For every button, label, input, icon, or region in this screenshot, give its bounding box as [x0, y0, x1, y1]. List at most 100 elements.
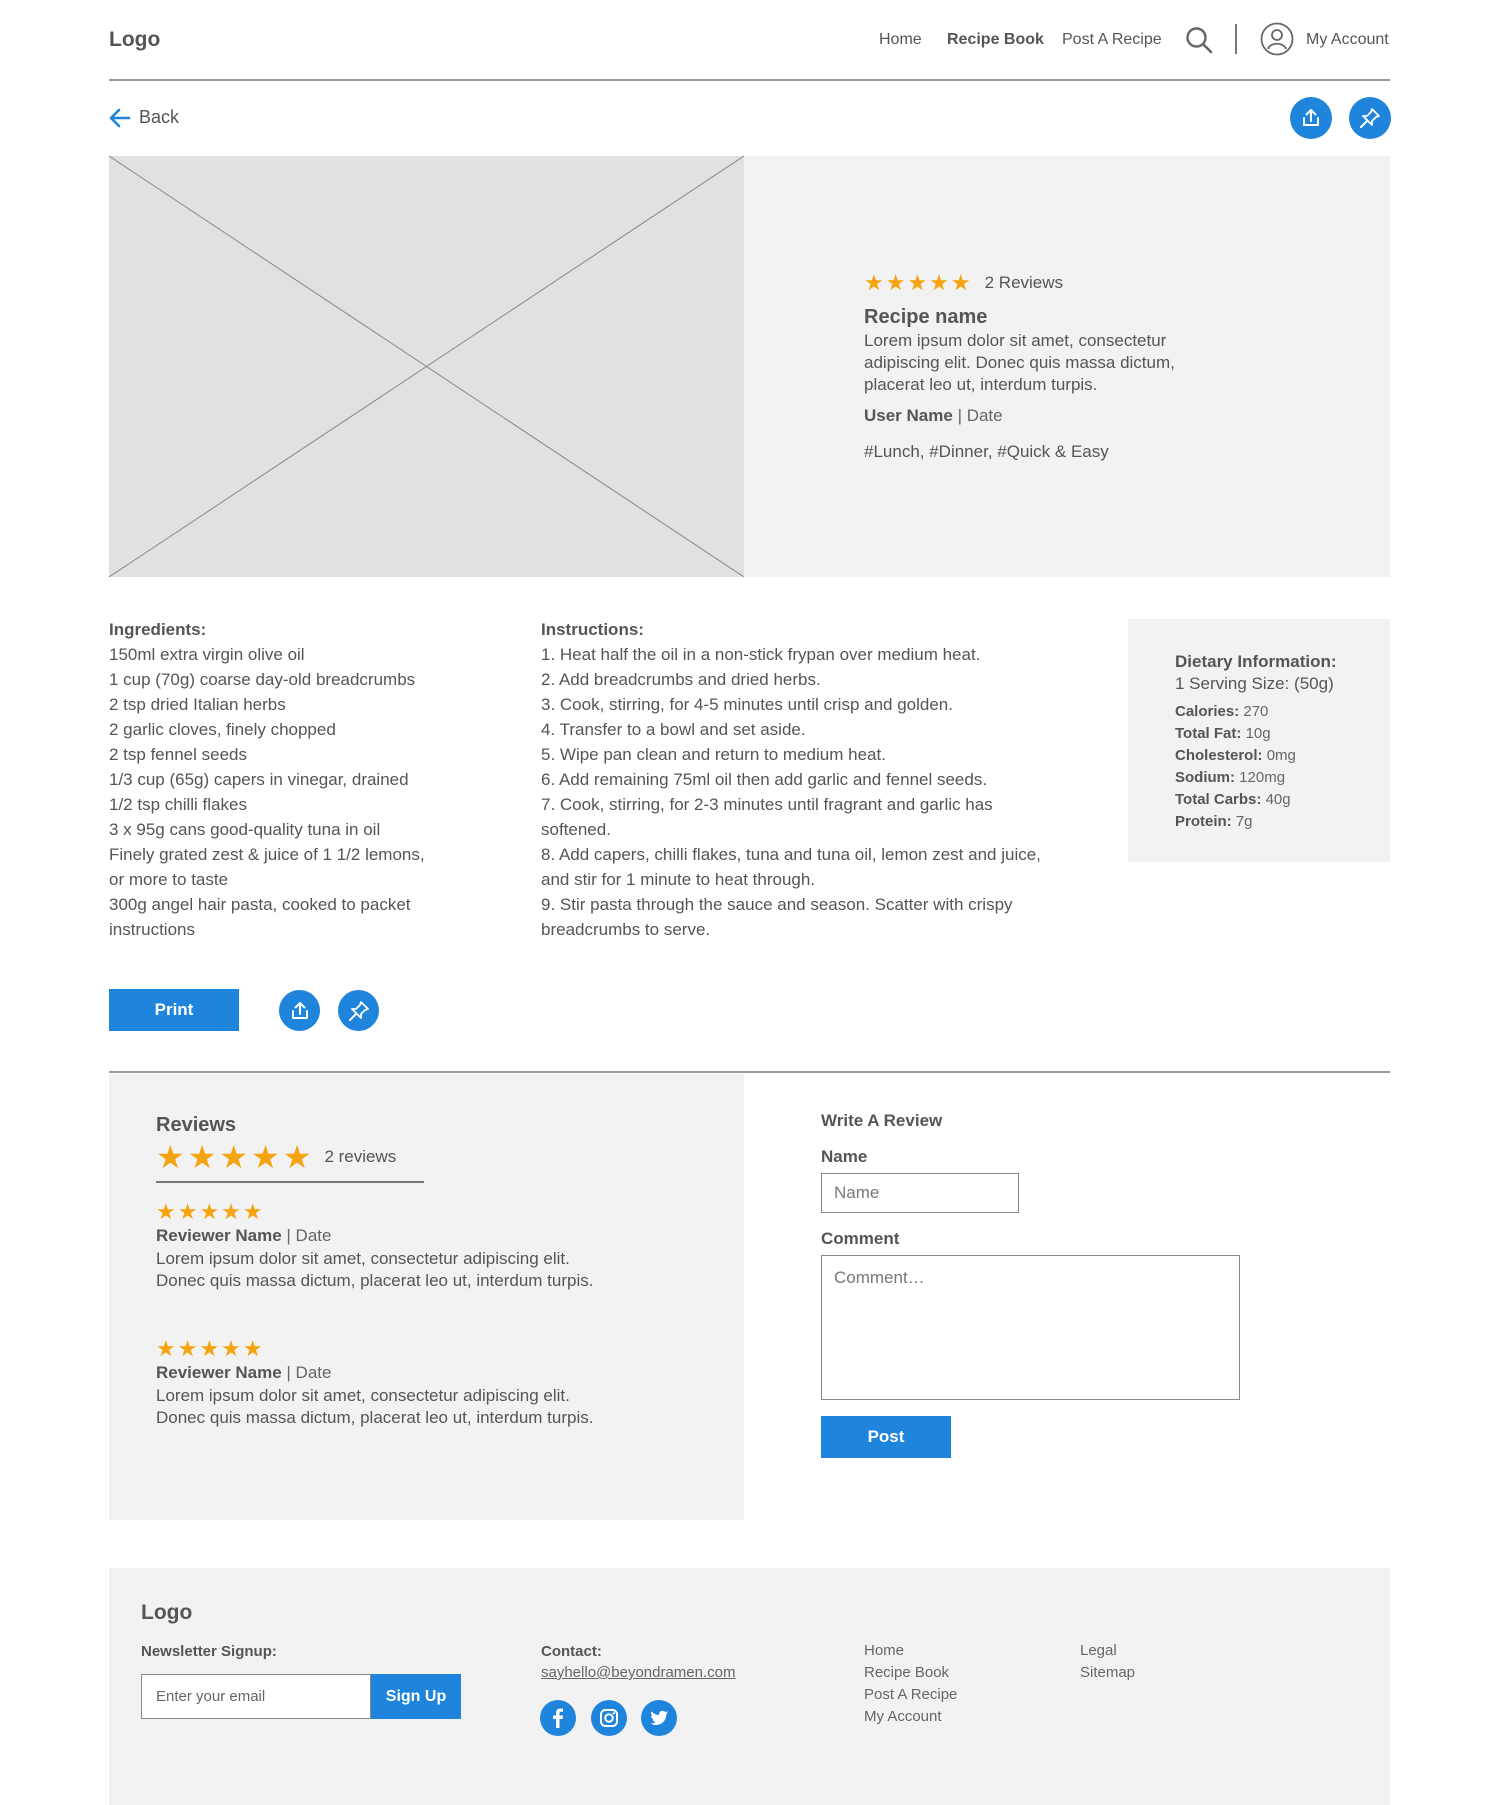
nav-recipe-book[interactable]: Recipe Book [947, 31, 1044, 49]
share-icon [291, 1001, 308, 1019]
instruction-line: 9. Stir pasta through the sauce and seas… [541, 895, 1013, 914]
reviews-count: 2 reviews [324, 1147, 397, 1166]
account-icon[interactable] [1260, 22, 1294, 56]
review-date: | Date [286, 1363, 332, 1382]
nav-post-a-recipe[interactable]: Post A Recipe [1062, 31, 1162, 49]
ingredient-line: 3 x 95g cans good-quality tuna in oil [109, 820, 381, 839]
ingredients-section: Ingredients: 150ml extra virgin olive oi… [109, 617, 489, 942]
contact-email-link[interactable]: sayhello@beyondramen.com [541, 1664, 736, 1681]
reviewer-name: Reviewer Name [156, 1363, 282, 1382]
dietary-item: Sodium: 120mg [1175, 767, 1390, 789]
header-divider [109, 79, 1390, 81]
dietary-label: Protein: [1175, 813, 1232, 830]
post-button[interactable]: Post [821, 1416, 951, 1458]
ingredient-line: 150ml extra virgin olive oil [109, 645, 305, 664]
ingredient-line: 1/3 cup (65g) capers in vinegar, drained [109, 770, 409, 789]
instruction-line: and stir for 1 minute to heat through. [541, 870, 816, 889]
dietary-label: Total Fat: [1175, 725, 1242, 742]
dietary-label: Calories: [1175, 703, 1240, 720]
dietary-heading: Dietary Information: [1175, 652, 1337, 671]
user-name[interactable]: User Name [864, 406, 953, 425]
share-button-bottom[interactable] [279, 990, 320, 1031]
back-label: Back [139, 107, 180, 127]
share-button-top[interactable] [1290, 97, 1332, 139]
section-divider [109, 1071, 1390, 1073]
ingredient-line: 300g angel hair pasta, cooked to packet [109, 895, 411, 914]
recipe-author: User Name | Date [864, 406, 1003, 426]
search-icon[interactable] [1185, 26, 1213, 54]
print-button[interactable]: Print [109, 989, 239, 1031]
dietary-value: 120mg [1239, 769, 1286, 786]
instruction-line: 1. Heat half the oil in a non-stick fryp… [541, 645, 981, 664]
pin-icon [348, 1000, 369, 1021]
instruction-line: 4. Transfer to a bowl and set aside. [541, 720, 806, 739]
instructions-heading: Instructions: [541, 620, 644, 639]
footer-link-my-account[interactable]: My Account [864, 1706, 957, 1728]
recipe-tags[interactable]: #Lunch, #Dinner, #Quick & Easy [864, 442, 1109, 462]
ingredient-line: 2 garlic cloves, finely chopped [109, 720, 336, 739]
dietary-value: 10g [1245, 725, 1271, 742]
comment-label: Comment [821, 1229, 900, 1248]
ingredient-line: Finely grated zest & juice of 1 1/2 lemo… [109, 845, 425, 864]
review-text: Lorem ipsum dolor sit amet, consectetur … [156, 1386, 570, 1405]
facebook-button[interactable] [540, 1700, 576, 1736]
star-rating: ★★★★★ [156, 1199, 265, 1224]
star-rating: ★★★★★ [156, 1139, 315, 1175]
recipe-description: Lorem ipsum dolor sit amet, consectetur … [864, 331, 1175, 394]
dietary-item: Cholesterol: 0mg [1175, 745, 1390, 767]
serving-size: 1 Serving Size: (50g) [1175, 674, 1334, 693]
back-link[interactable]: Back [109, 107, 179, 128]
ingredient-line: instructions [109, 920, 195, 939]
ingredients-heading: Ingredients: [109, 620, 207, 639]
dietary-panel: Dietary Information: 1 Serving Size: (50… [1128, 619, 1390, 862]
footer-links-secondary: Legal Sitemap [1080, 1640, 1135, 1684]
ingredient-line: 2 tsp fennel seeds [109, 745, 247, 764]
pin-button-top[interactable] [1349, 97, 1391, 139]
dietary-value: 7g [1235, 813, 1253, 830]
instruction-line: 2. Add breadcrumbs and dried herbs. [541, 670, 821, 689]
contact-label: Contact: [541, 1643, 602, 1660]
logo[interactable]: Logo [109, 28, 160, 52]
star-rating: ★★★★★ [864, 270, 973, 295]
review-text: Donec quis massa dictum, placerat leo ut… [156, 1271, 594, 1290]
nav-my-account[interactable]: My Account [1306, 31, 1389, 49]
facebook-icon [553, 1708, 563, 1728]
comment-field[interactable]: Comment… [821, 1255, 1240, 1400]
dietary-item: Calories: 270 [1175, 701, 1390, 723]
hero-reviews-count[interactable]: 2 Reviews [985, 273, 1063, 293]
review-item: ★★★★★ Reviewer Name | Date Lorem ipsum d… [156, 1337, 716, 1429]
instruction-line: 8. Add capers, chilli flakes, tuna and t… [541, 845, 1041, 864]
instruction-line: breadcrumbs to serve. [541, 920, 711, 939]
arrow-left-icon [109, 108, 131, 127]
twitter-button[interactable] [641, 1700, 677, 1736]
instruction-line: 6. Add remaining 75ml oil then add garli… [541, 770, 988, 789]
nav-home[interactable]: Home [879, 31, 922, 49]
footer-logo[interactable]: Logo [141, 1601, 192, 1625]
review-text: Lorem ipsum dolor sit amet, consectetur … [156, 1249, 570, 1268]
recipe-image-placeholder [108, 155, 745, 578]
name-field[interactable]: Name [821, 1173, 1019, 1213]
pin-button-bottom[interactable] [338, 990, 379, 1031]
ingredient-line: 2 tsp dried Italian herbs [109, 695, 286, 714]
twitter-icon [650, 1710, 668, 1725]
footer-link-sitemap[interactable]: Sitemap [1080, 1662, 1135, 1684]
share-icon [1303, 109, 1319, 126]
footer-link-home[interactable]: Home [864, 1640, 957, 1662]
signup-button[interactable]: Sign Up [371, 1674, 461, 1719]
instruction-line: 7. Cook, stirring, for 2-3 minutes until… [541, 795, 993, 814]
dietary-value: 0mg [1266, 747, 1296, 764]
ingredient-line: 1/2 tsp chilli flakes [109, 795, 247, 814]
ingredient-line: or more to taste [109, 870, 229, 889]
footer-link-post-a-recipe[interactable]: Post A Recipe [864, 1684, 957, 1706]
newsletter-email-input[interactable]: Enter your email [141, 1674, 371, 1719]
dietary-label: Total Carbs: [1175, 791, 1262, 808]
newsletter-label: Newsletter Signup: [141, 1643, 277, 1660]
instagram-button[interactable] [591, 1700, 627, 1736]
dietary-item: Total Fat: 10g [1175, 723, 1390, 745]
name-label: Name [821, 1147, 868, 1166]
reviews-heading: Reviews [156, 1114, 237, 1136]
review-item: ★★★★★ Reviewer Name | Date Lorem ipsum d… [156, 1200, 716, 1292]
recipe-name: Recipe name [864, 306, 988, 328]
footer-link-legal[interactable]: Legal [1080, 1640, 1135, 1662]
footer-link-recipe-book[interactable]: Recipe Book [864, 1662, 957, 1684]
